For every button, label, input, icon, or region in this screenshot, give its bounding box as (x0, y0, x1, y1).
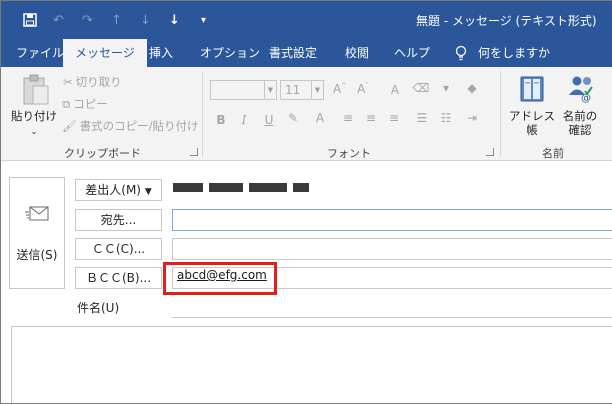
dialog-launcher-icon[interactable] (190, 148, 198, 156)
svg-text:@: @ (581, 93, 591, 103)
check-names-label-1: 名前の (562, 109, 598, 123)
from-label: 差出人(M) (85, 183, 141, 197)
redacted-block (249, 182, 287, 192)
dropdown-arrow-icon[interactable]: ▾ (437, 81, 455, 95)
from-button[interactable]: 差出人(M) ▼ (75, 179, 162, 201)
address-book-button[interactable]: アドレス帳 (504, 109, 560, 137)
copy-button[interactable]: ⧉ コピー (62, 96, 108, 112)
redacted-block (173, 182, 203, 192)
underline-button[interactable]: U (260, 113, 278, 127)
paste-icon (23, 74, 49, 105)
scissors-icon: ✂ (63, 75, 73, 89)
highlight-box (163, 262, 277, 295)
cut-label: 切り取り (75, 75, 122, 89)
undo-icon[interactable]: ↶ (44, 9, 73, 31)
tab-message[interactable]: メッセージ (63, 39, 147, 67)
group-separator (500, 71, 501, 157)
align-left-icon[interactable]: ≡ (339, 111, 357, 125)
down-arrow-bold-icon[interactable]: ↓ (160, 9, 189, 31)
indent-icon[interactable]: ⇥ (463, 111, 481, 125)
title-bar: ↶ ↷ ↑ ↓ ↓ ▾ 無題 - メッセージ (テキスト形式) (1, 1, 612, 39)
shrink-font-icon[interactable]: Aˇ (354, 82, 372, 96)
redacted-block (293, 182, 309, 192)
grow-font-icon[interactable]: A^ (331, 82, 349, 96)
clear-formatting-icon[interactable]: Ａ (386, 81, 404, 98)
copy-icon: ⧉ (62, 96, 71, 111)
to-button[interactable]: 宛先... (75, 209, 162, 231)
redacted-block (209, 182, 243, 192)
up-arrow-icon[interactable]: ↑ (102, 9, 131, 31)
message-body[interactable] (11, 326, 612, 403)
clear-all-icon[interactable]: ◆ (463, 81, 481, 95)
cc-button[interactable]: ＣＣ(C)... (75, 238, 162, 260)
numbering-icon[interactable]: ☷ (437, 111, 455, 125)
cc-field[interactable] (172, 238, 612, 260)
to-field[interactable] (172, 209, 612, 231)
ribbon: 貼り付け ⌄ ✂ 切り取り ⧉ コピー 🖌 書式のコピー/貼り付け クリップボー… (1, 67, 612, 161)
tab-review[interactable]: 校閲 (345, 39, 369, 67)
subject-label: 件名(U) (77, 301, 120, 315)
bcc-button[interactable]: ＢＣＣ(B)... (75, 267, 162, 289)
from-address-redacted (173, 179, 309, 195)
paintbrush-icon: 🖌 (62, 119, 77, 133)
tab-help[interactable]: ヘルプ (394, 39, 430, 67)
tell-me-search[interactable]: 何をしますか (478, 39, 550, 67)
check-names-label-2: 確認 (568, 123, 592, 137)
group-separator (202, 71, 203, 157)
compose-area: 送信(S) 差出人(M) ▼ 宛先... ＣＣ(C)... ＢＣＣ(B)... … (1, 162, 612, 403)
tab-insert[interactable]: 挿入 (149, 39, 173, 67)
check-names-button[interactable]: 名前の 確認 (562, 109, 598, 137)
tab-options[interactable]: オプション (200, 39, 260, 67)
paste-label: 貼り付け (11, 109, 57, 123)
italic-button[interactable]: I (235, 113, 253, 127)
redo-icon[interactable]: ↷ (73, 9, 102, 31)
chevron-down-icon: ▼ (311, 81, 323, 99)
chevron-down-icon: ▼ (144, 187, 152, 197)
envelope-icon (25, 206, 49, 221)
tab-format-text[interactable]: 書式設定 (269, 39, 317, 67)
down-arrow-icon[interactable]: ↓ (131, 9, 160, 31)
quick-access-toolbar: ↶ ↷ ↑ ↓ ↓ ▾ (15, 9, 218, 31)
font-group-label: フォント (327, 147, 371, 160)
ribbon-tabs: ファイル メッセージ 挿入 オプション 書式設定 校閲 ヘルプ 何をしますか (1, 39, 612, 67)
cut-button[interactable]: ✂ 切り取り (63, 74, 122, 90)
copy-label: コピー (73, 97, 108, 111)
send-label: 送信(S) (16, 248, 58, 262)
font-size-value: 11 (285, 83, 301, 97)
subject-field[interactable] (172, 317, 612, 318)
chevron-down-icon: ⌄ (30, 127, 38, 136)
paste-button[interactable]: 貼り付け ⌄ (11, 109, 57, 139)
font-size-dropdown[interactable]: 11 ▼ (280, 80, 324, 100)
bullets-icon[interactable]: ☰ (413, 111, 431, 125)
dialog-launcher-icon[interactable] (486, 148, 494, 156)
check-names-icon: @ (569, 76, 593, 103)
font-color-icon[interactable]: A (311, 111, 329, 125)
format-painter-label: 書式のコピー/貼り付け (79, 119, 199, 133)
clipboard-group-label: クリップボード (64, 147, 141, 160)
chevron-down-icon: ▼ (264, 81, 276, 99)
outlook-message-window: ↶ ↷ ↑ ↓ ↓ ▾ 無題 - メッセージ (テキスト形式) ファイル メッセ… (0, 0, 612, 404)
send-button[interactable]: 送信(S) (9, 177, 65, 289)
address-book-icon (520, 76, 544, 102)
names-group-label: 名前 (542, 147, 564, 160)
format-painter-button[interactable]: 🖌 書式のコピー/貼り付け (62, 118, 198, 134)
bold-button[interactable]: B (212, 113, 230, 127)
font-name-dropdown[interactable]: ▼ (210, 80, 277, 100)
tab-file[interactable]: ファイル (16, 39, 64, 67)
save-icon[interactable] (15, 9, 44, 31)
customize-icon[interactable]: ▾ (189, 9, 218, 31)
window-title: 無題 - メッセージ (テキスト形式) (416, 14, 597, 28)
highlight-icon[interactable]: ✎ (284, 111, 302, 125)
align-right-icon[interactable]: ≡ (385, 111, 403, 125)
eraser-icon[interactable]: ⌫ (412, 81, 430, 95)
align-center-icon[interactable]: ≡ (362, 111, 380, 125)
lightbulb-icon (455, 45, 467, 61)
